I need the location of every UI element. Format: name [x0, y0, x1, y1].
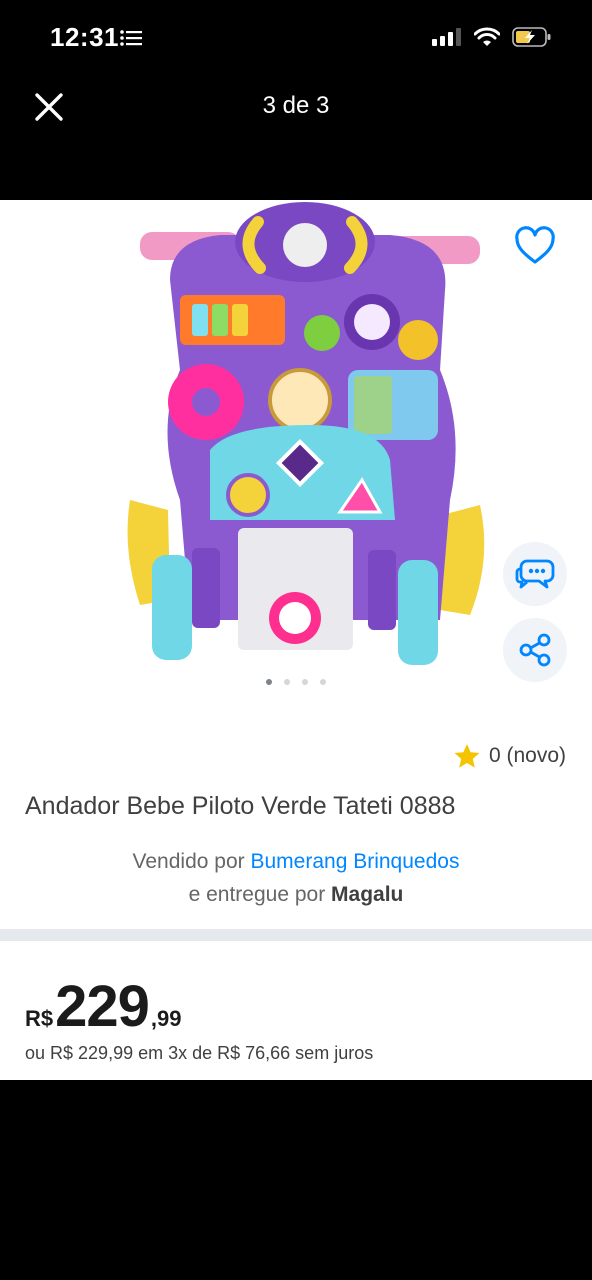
star-icon	[454, 744, 480, 768]
rating-text: 0 (novo)	[488, 744, 566, 767]
signal-icon	[432, 28, 461, 46]
wifi-icon	[474, 27, 500, 46]
delivery-prefix: e entregue por	[188, 883, 326, 906]
gallery-dot[interactable]	[284, 679, 290, 685]
seller-info: Vendido por Bumerang Brinquedos e entreg…	[0, 845, 592, 911]
price-cents: ,99	[150, 1006, 182, 1031]
product-panel: 0 (novo) Andador Bebe Piloto Verde Tatet…	[0, 200, 592, 1080]
image-gallery[interactable]	[0, 200, 592, 700]
gallery-dots	[0, 679, 592, 685]
rating[interactable]: 0 (novo)	[453, 743, 566, 769]
status-bar: 12:31	[0, 0, 592, 80]
section-divider	[0, 929, 592, 941]
price: R$ 229 ,99	[25, 978, 182, 1036]
favorite-heart-icon[interactable]	[513, 225, 557, 269]
page-counter: 3 de 3	[262, 92, 330, 119]
installments-text: ou R$ 229,99 em 3x de R$ 76,66 sem juros	[25, 1043, 374, 1063]
status-time: 12:31	[50, 22, 119, 52]
product-image	[127, 202, 485, 665]
nav-bar: 3 de 3	[0, 80, 592, 200]
gallery-dot[interactable]	[320, 679, 326, 685]
seller-link[interactable]: Bumerang Brinquedos	[250, 850, 459, 873]
price-integer: 229	[55, 974, 150, 1039]
share-button[interactable]	[503, 618, 567, 682]
gallery-dot[interactable]	[266, 679, 272, 685]
status-icons	[432, 27, 552, 47]
chat-bubbles-icon	[515, 559, 555, 589]
battery-charging-icon	[512, 27, 551, 47]
delivery-name: Magalu	[331, 883, 404, 906]
share-icon	[519, 633, 551, 667]
price-currency: R$	[25, 1006, 54, 1031]
product-title: Andador Bebe Piloto Verde Tateti 0888	[25, 792, 456, 820]
seller-prefix: Vendido por	[132, 850, 245, 873]
chat-button[interactable]	[503, 542, 567, 606]
list-icon	[120, 30, 142, 46]
gallery-dot[interactable]	[302, 679, 308, 685]
